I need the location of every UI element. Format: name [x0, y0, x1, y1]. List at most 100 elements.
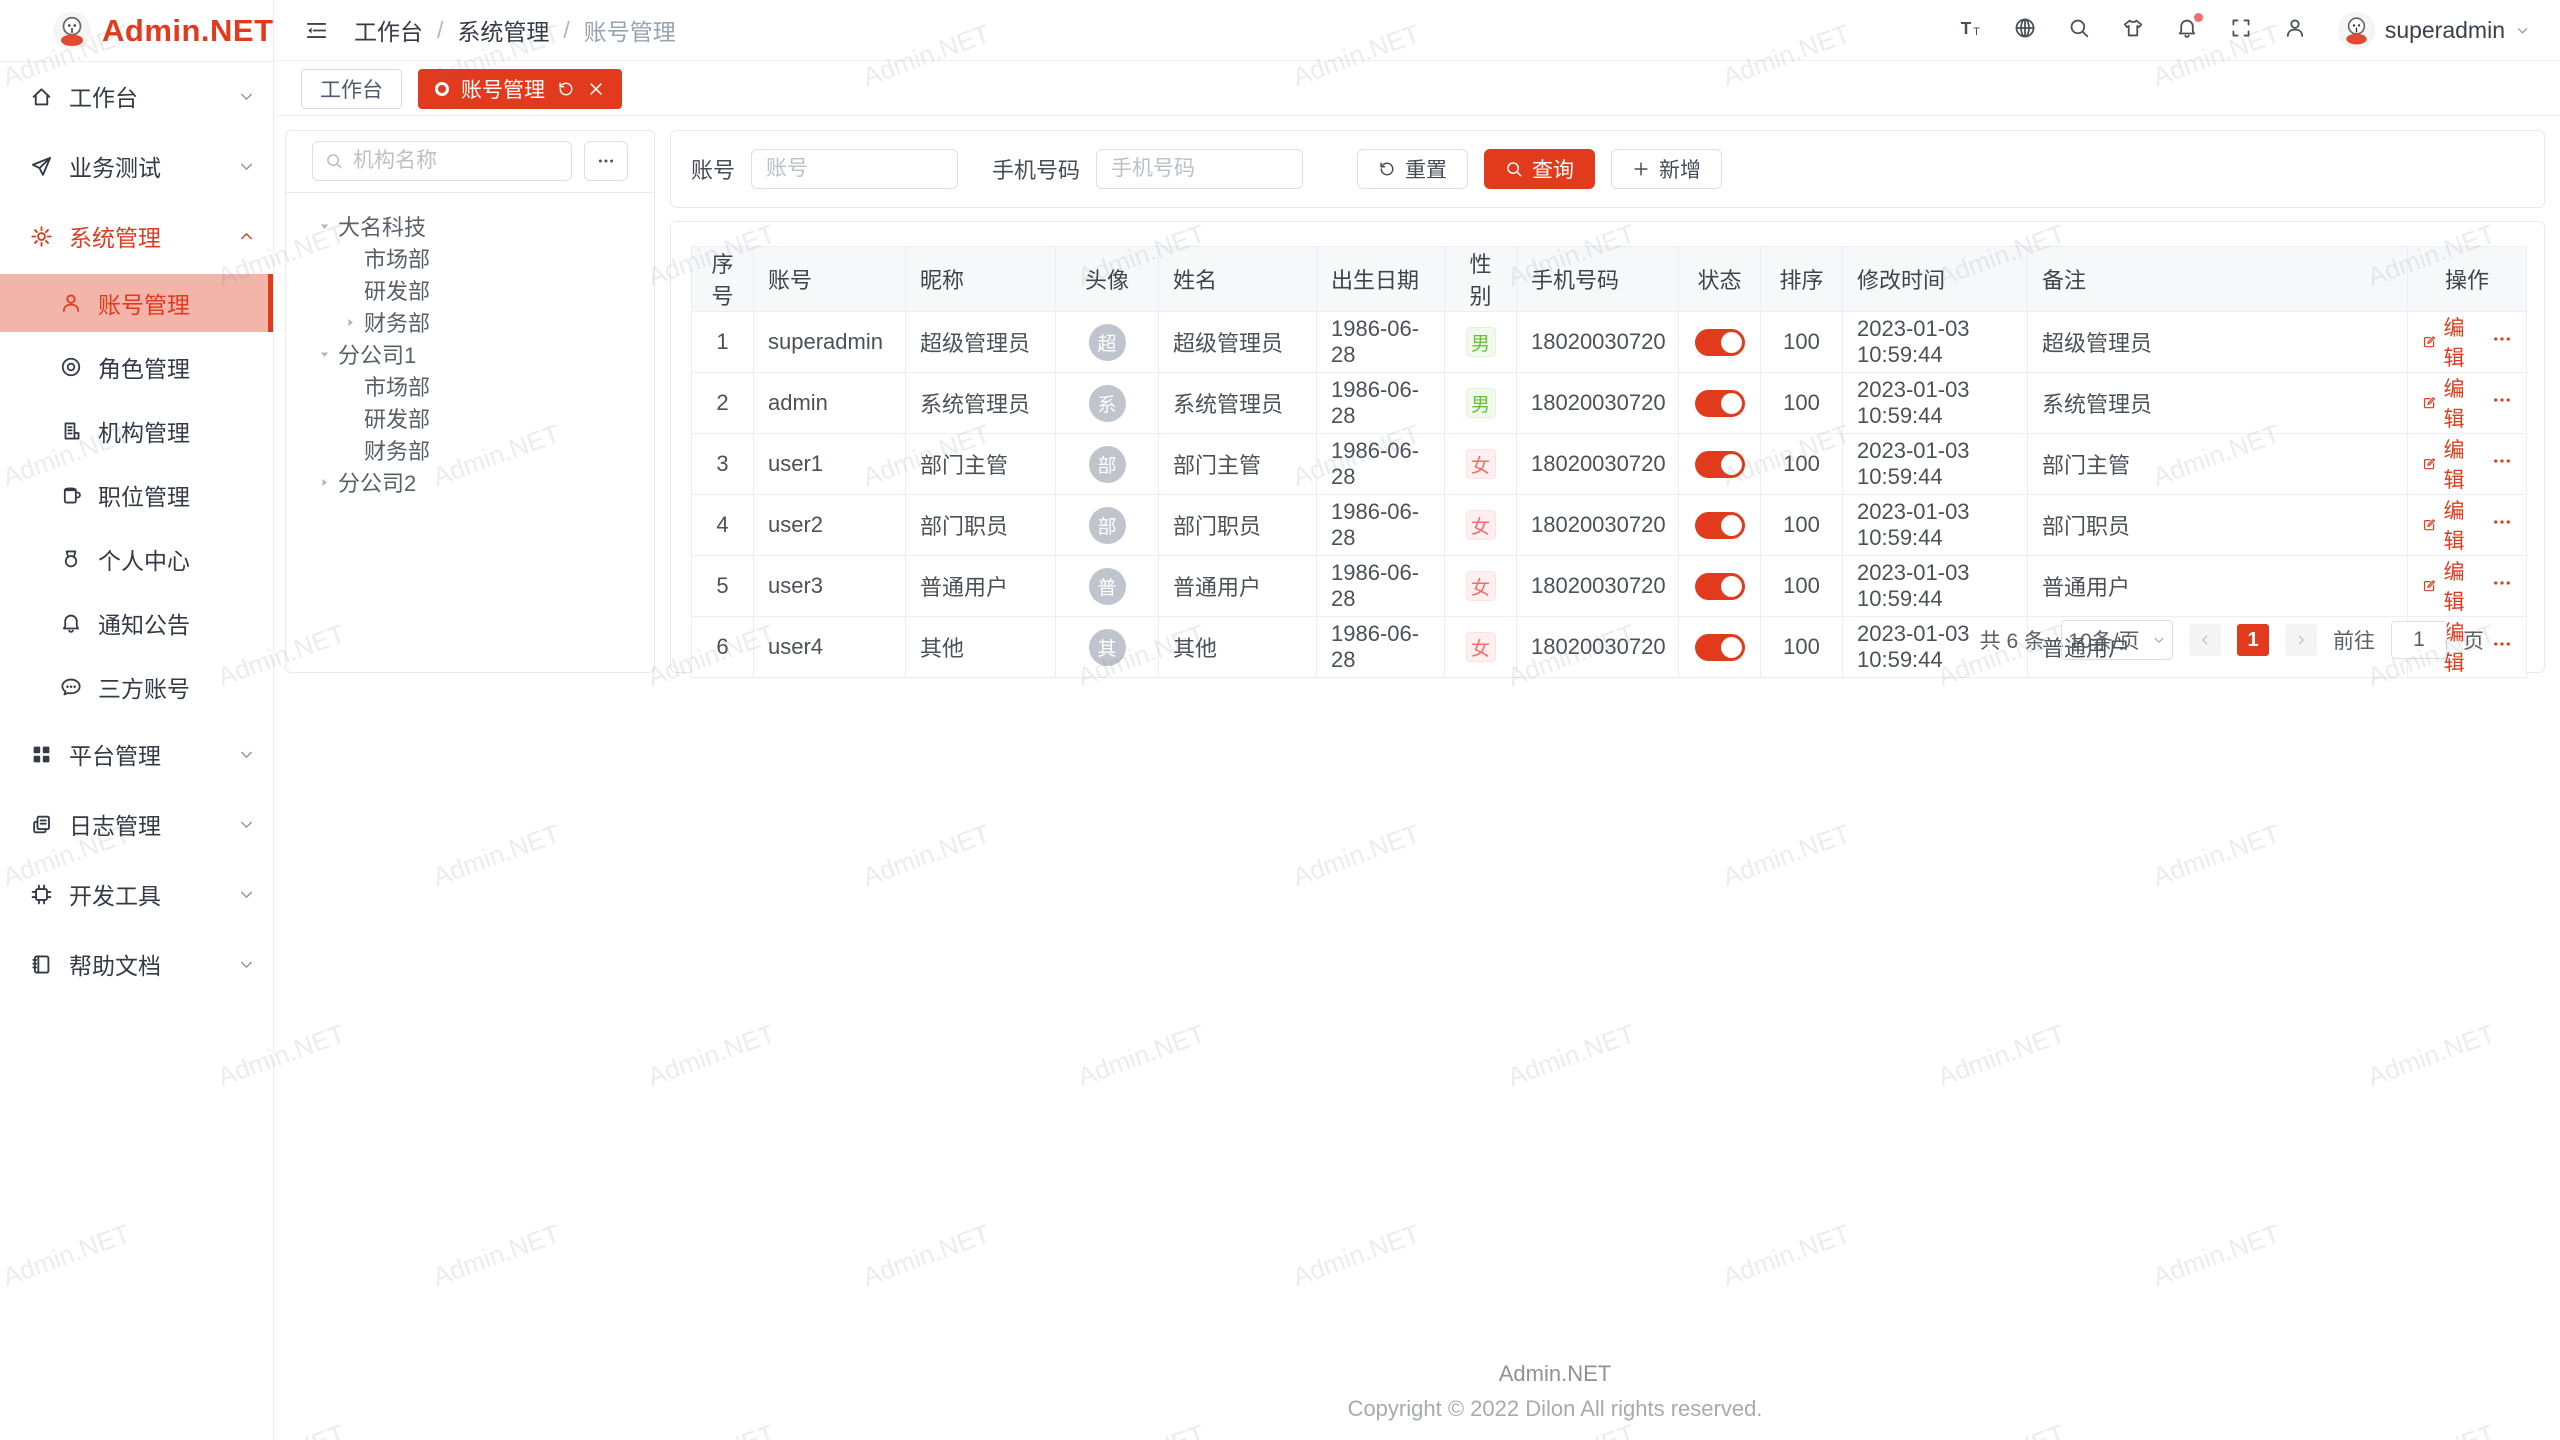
prev-page-button[interactable]: [2189, 624, 2221, 656]
cell-birth: 1986-06-28: [1317, 373, 1445, 434]
status-toggle[interactable]: [1695, 573, 1745, 600]
cell-nickname: 普通用户: [906, 556, 1056, 617]
column-header: 头像: [1056, 247, 1159, 312]
refresh-tab-icon[interactable]: [557, 80, 575, 98]
row-more-button[interactable]: [2492, 451, 2512, 477]
status-toggle[interactable]: [1695, 451, 1745, 478]
sidebar-subitem[interactable]: 三方账号: [0, 658, 273, 716]
search-icon: [1505, 160, 1523, 178]
column-header: 修改时间: [1843, 247, 2028, 312]
account-input[interactable]: [751, 149, 958, 189]
page-size-select[interactable]: 10条/页: [2061, 620, 2173, 660]
sidebar-item[interactable]: 开发工具: [0, 862, 273, 926]
sidebar-item[interactable]: 帮助文档: [0, 932, 273, 996]
reset-button[interactable]: 重置: [1357, 149, 1468, 189]
cell-name: 其他: [1159, 617, 1317, 678]
profile-icon[interactable]: [2284, 17, 2306, 44]
sidebar-item[interactable]: 日志管理: [0, 792, 273, 856]
fullscreen-icon[interactable]: [2230, 17, 2252, 44]
sidebar-subitem[interactable]: 个人中心: [0, 530, 273, 588]
cell-avatar: 超: [1056, 312, 1159, 373]
cell-avatar: 部: [1056, 434, 1159, 495]
sidebar-subitem[interactable]: 通知公告: [0, 594, 273, 652]
status-toggle[interactable]: [1695, 634, 1745, 661]
page-number-button[interactable]: 1: [2237, 624, 2269, 656]
tree-node[interactable]: 财务部: [312, 306, 628, 338]
query-button[interactable]: 查询: [1484, 149, 1595, 189]
cell-birth: 1986-06-28: [1317, 617, 1445, 678]
chevron-up-icon: [238, 228, 255, 245]
tree-node[interactable]: 市场部: [312, 370, 628, 402]
org-search-input[interactable]: [351, 148, 559, 174]
user-menu[interactable]: superadmin: [2338, 12, 2530, 49]
page-tab[interactable]: 账号管理: [418, 69, 622, 109]
row-more-button[interactable]: [2492, 634, 2512, 660]
tree-node[interactable]: 分公司1: [312, 338, 628, 370]
row-more-button[interactable]: [2492, 329, 2512, 355]
search-icon[interactable]: [2068, 17, 2090, 44]
page-tab[interactable]: 工作台: [301, 69, 402, 109]
page-tab-label: 工作台: [320, 74, 383, 104]
tree-node[interactable]: 研发部: [312, 402, 628, 434]
status-toggle[interactable]: [1695, 512, 1745, 539]
cell-name: 部门职员: [1159, 495, 1317, 556]
tree-node[interactable]: 分公司2: [312, 466, 628, 498]
sidebar-item[interactable]: 系统管理: [0, 204, 273, 268]
font-size-icon[interactable]: TT: [1960, 17, 1982, 44]
cell-account: admin: [754, 373, 906, 434]
notification-bell-icon[interactable]: [2176, 17, 2198, 44]
edit-button[interactable]: 编辑: [2422, 495, 2474, 555]
phone-input[interactable]: [1096, 149, 1303, 189]
row-more-button[interactable]: [2492, 390, 2512, 416]
accounts-table-panel: 序号账号昵称头像姓名出生日期性别手机号码状态排序修改时间备注操作 1 super…: [670, 221, 2545, 673]
footer-app-name: Admin.NET: [550, 1361, 2560, 1387]
next-page-button[interactable]: [2285, 624, 2317, 656]
add-button[interactable]: 新增: [1611, 149, 1722, 189]
tree-node[interactable]: 市场部: [312, 242, 628, 274]
language-icon[interactable]: [2014, 17, 2036, 44]
cell-no: 6: [692, 617, 754, 678]
tree-node-label: 市场部: [364, 370, 430, 402]
tree-node[interactable]: 研发部: [312, 274, 628, 306]
edit-button[interactable]: 编辑: [2422, 434, 2474, 494]
close-tab-icon[interactable]: [587, 80, 605, 98]
sidebar-item[interactable]: 平台管理: [0, 722, 273, 786]
edit-button[interactable]: 编辑: [2422, 556, 2474, 616]
cell-no: 3: [692, 434, 754, 495]
sidebar-subitem[interactable]: 账号管理: [0, 274, 273, 332]
footer: Admin.NET Copyright © 2022 Dilon All rig…: [550, 1361, 2560, 1422]
tree-node-label: 财务部: [364, 306, 430, 338]
column-header: 状态: [1679, 247, 1761, 312]
collapse-sidebar-icon[interactable]: [305, 19, 328, 42]
goto-label: 前往: [2333, 625, 2375, 655]
breadcrumb-item[interactable]: 工作台: [354, 13, 423, 47]
column-header: 序号: [692, 247, 754, 312]
filter-bar: 账号 手机号码 重置 查询 新增: [670, 130, 2545, 208]
table-row: 5 user3 普通用户 普 普通用户 1986-06-28 女 1802003…: [692, 556, 2527, 617]
cell-avatar: 普: [1056, 556, 1159, 617]
sidebar-subitem[interactable]: 机构管理: [0, 402, 273, 460]
breadcrumb-item[interactable]: 系统管理: [457, 13, 549, 47]
edit-button[interactable]: 编辑: [2422, 373, 2474, 433]
status-toggle[interactable]: [1695, 329, 1745, 356]
sidebar-item[interactable]: 工作台: [0, 64, 273, 128]
edit-button[interactable]: 编辑: [2422, 312, 2474, 372]
cell-gender: 女: [1445, 495, 1517, 556]
cell-account: user1: [754, 434, 906, 495]
sidebar-item-label: 工作台: [69, 79, 238, 113]
goto-page-input[interactable]: [2391, 621, 2447, 659]
tree-node[interactable]: 财务部: [312, 434, 628, 466]
sidebar-subitem[interactable]: 职位管理: [0, 466, 273, 524]
role-icon: [60, 356, 82, 378]
row-more-button[interactable]: [2492, 512, 2512, 538]
org-more-button[interactable]: [584, 141, 628, 181]
status-toggle[interactable]: [1695, 390, 1745, 417]
sidebar-subitem[interactable]: 角色管理: [0, 338, 273, 396]
tree-node-label: 分公司1: [338, 338, 416, 370]
tree-node[interactable]: 大名科技: [312, 210, 628, 242]
caret-down-icon: [312, 348, 336, 361]
row-more-button[interactable]: [2492, 573, 2512, 599]
notification-badge: [2194, 13, 2203, 22]
theme-icon[interactable]: [2122, 17, 2144, 44]
sidebar-item[interactable]: 业务测试: [0, 134, 273, 198]
